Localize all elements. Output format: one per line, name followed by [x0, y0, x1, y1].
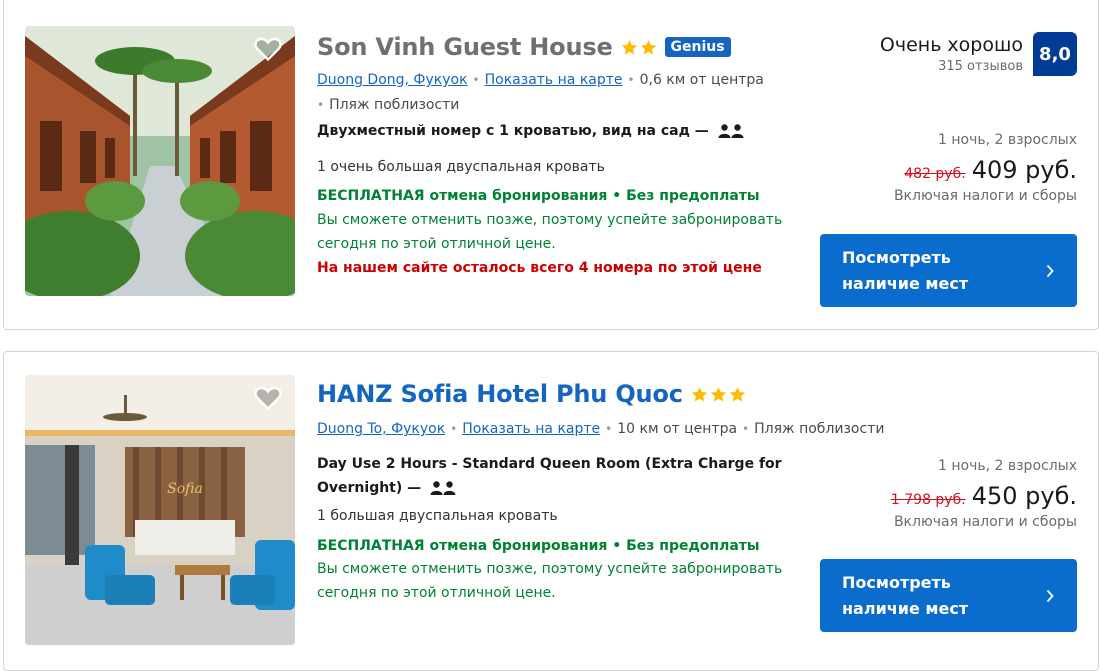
property-name-link[interactable]: Son Vinh Guest House — [317, 33, 613, 61]
room-name: Двухместный номер с 1 кроватью, вид на с… — [317, 123, 690, 139]
property-photo[interactable]: Sofia — [25, 375, 295, 645]
star-icon — [640, 39, 656, 55]
button-label: Посмотреть наличие мест — [842, 247, 969, 293]
distance-text: 10 км от центра — [617, 421, 738, 437]
property-photo[interactable] — [25, 26, 295, 296]
free-cancellation: БЕСПЛАТНАЯ отмена бронирования • Без пре… — [317, 188, 760, 204]
scarcity-message: На нашем сайте осталось всего 4 номера п… — [317, 260, 762, 276]
cancellation-note: Вы сможете отменить позже, поэтому успей… — [317, 561, 783, 601]
property-name-link[interactable]: HANZ Sofia Hotel Phu Quoc — [317, 380, 683, 408]
room-separator: — — [407, 480, 422, 496]
separator-dot: • — [450, 422, 458, 436]
star-icon — [729, 386, 745, 402]
price-row: 1 798 руб. 450 руб. — [891, 482, 1077, 510]
taxes-note: Включая налоги и сборы — [893, 514, 1077, 530]
stay-details: 1 ночь, 2 взрослых — [938, 132, 1077, 148]
separator-dot: • — [472, 73, 480, 87]
stay-details: 1 ночь, 2 взрослых — [938, 458, 1077, 474]
current-price: 409 руб. — [971, 156, 1077, 184]
property-title-row: Son Vinh Guest House Genius — [317, 33, 731, 61]
favorite-button[interactable] — [253, 34, 283, 64]
star-icon — [621, 39, 637, 55]
star-rating — [691, 386, 746, 403]
beach-text: Пляж поблизости — [329, 97, 460, 113]
star-icon — [710, 386, 726, 402]
separator-dot: • — [317, 98, 325, 112]
price-block: 1 ночь, 2 взрослых 482 руб. 409 руб. Вкл… — [894, 132, 1077, 204]
star-icon — [691, 386, 707, 402]
property-card: Sofia HANZ Sofia Hotel Phu Quoc Duong To… — [3, 351, 1099, 671]
guesthouse-garden-photo — [25, 26, 295, 296]
current-price: 450 руб. — [971, 482, 1077, 510]
star-rating — [621, 39, 657, 56]
bed-info: 1 большая двуспальная кровать — [317, 508, 558, 524]
bed-info: 1 очень большая двуспальная кровать — [317, 159, 605, 175]
separator-dot: • — [605, 422, 613, 436]
location-row: Duong Dong, Фукуок • Показать на карте •… — [317, 72, 764, 88]
distance-text: 0,6 км от центра — [639, 72, 764, 88]
show-on-map-link[interactable]: Показать на карте — [462, 421, 600, 437]
cancellation-note: Вы сможете отменить позже, поэтому успей… — [317, 212, 783, 252]
rating-word: Очень хорошо — [879, 34, 1023, 56]
price-block: 1 ночь, 2 взрослых 1 798 руб. 450 руб. В… — [891, 458, 1077, 530]
old-price: 1 798 руб. — [890, 492, 966, 508]
location-link[interactable]: Duong Dong, Фукуок — [317, 72, 468, 88]
separator-dot: • — [627, 73, 635, 87]
see-availability-button[interactable]: Посмотреть наличие мест — [820, 234, 1077, 307]
room-name: Day Use 2 Hours - Standard Queen Room (E… — [317, 456, 782, 496]
old-price: 482 руб. — [904, 166, 966, 182]
heart-icon — [254, 37, 282, 62]
button-label: Посмотреть наличие мест — [842, 572, 969, 618]
room-title: Day Use 2 Hours - Standard Queen Room (E… — [317, 452, 787, 500]
room-separator: — — [694, 123, 709, 139]
reviews-count: 315 отзывов — [938, 59, 1023, 74]
review-score[interactable]: Очень хорошо 315 отзывов 8,0 — [880, 32, 1077, 76]
favorite-button[interactable] — [253, 383, 283, 413]
chevron-right-icon — [1046, 589, 1054, 602]
taxes-note: Включая налоги и сборы — [893, 188, 1077, 204]
genius-badge: Genius — [664, 37, 731, 57]
beach-text: Пляж поблизости — [754, 421, 885, 437]
two-persons-icon — [718, 124, 744, 138]
price-row: 482 руб. 409 руб. — [894, 156, 1077, 184]
location-row: Duong To, Фукуок • Показать на карте • 1… — [317, 421, 884, 437]
chevron-right-icon — [1046, 264, 1054, 277]
property-title-row: HANZ Sofia Hotel Phu Quoc — [317, 380, 746, 408]
show-on-map-link[interactable]: Показать на карте — [485, 72, 623, 88]
beach-row: • Пляж поблизости — [317, 97, 459, 113]
two-persons-icon — [430, 481, 456, 495]
heart-icon — [254, 386, 282, 411]
hotel-lobby-photo: Sofia — [25, 375, 295, 645]
see-availability-button[interactable]: Посмотреть наличие мест — [820, 559, 1077, 632]
property-card: Son Vinh Guest House Genius Duong Dong, … — [3, 0, 1099, 330]
score-badge: 8,0 — [1033, 32, 1077, 76]
hotel-sign: Sofia — [167, 481, 203, 497]
free-cancellation: БЕСПЛАТНАЯ отмена бронирования • Без пре… — [317, 538, 760, 554]
location-link[interactable]: Duong To, Фукуок — [317, 421, 445, 437]
separator-dot: • — [742, 422, 750, 436]
room-title: Двухместный номер с 1 кроватью, вид на с… — [317, 119, 744, 143]
rating-text: Очень хорошо 315 отзывов — [880, 34, 1023, 74]
